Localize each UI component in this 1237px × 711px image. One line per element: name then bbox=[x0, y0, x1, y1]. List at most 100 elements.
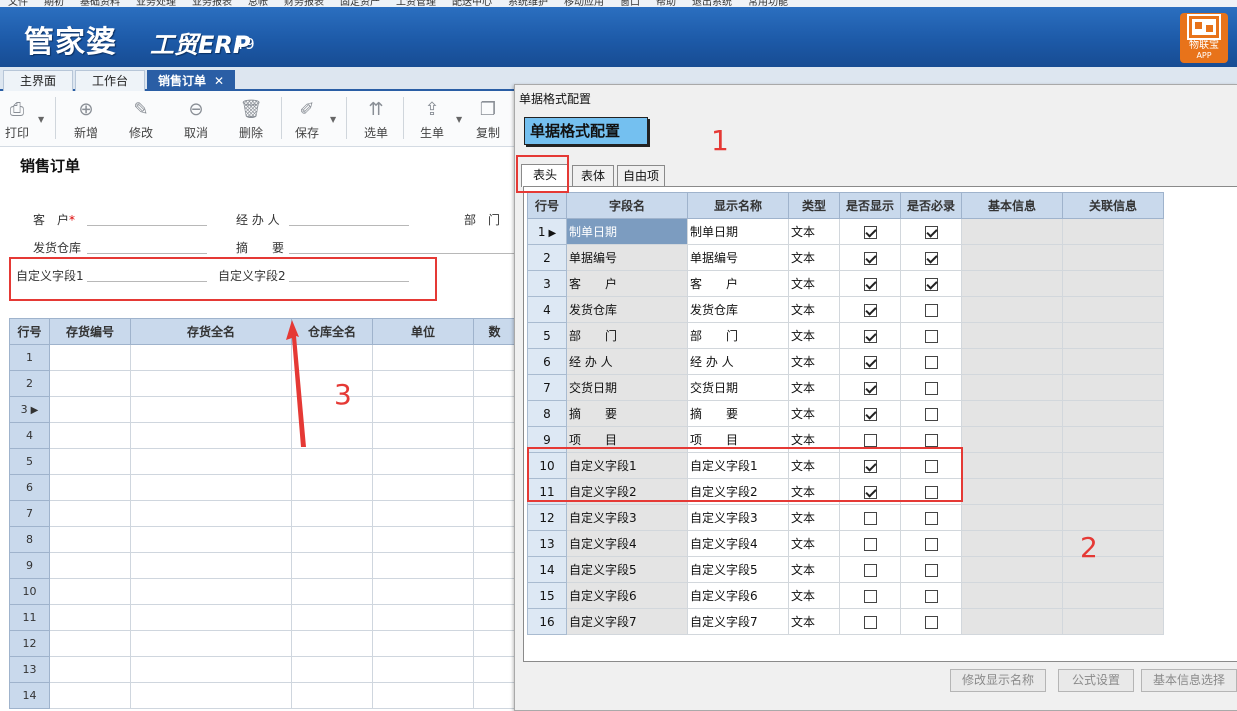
type-cell[interactable]: 文本 bbox=[788, 556, 840, 583]
field-config-row[interactable]: 15 自定义字段6 自定义字段6 文本 bbox=[527, 582, 1164, 609]
field-config-row[interactable]: 2 单据编号 单据编号 文本 bbox=[527, 244, 1164, 271]
field-config-row[interactable]: 7 交货日期 交货日期 文本 bbox=[527, 374, 1164, 401]
related-info-cell[interactable] bbox=[1062, 296, 1164, 323]
basic-info-cell[interactable] bbox=[961, 608, 1063, 635]
related-info-cell[interactable] bbox=[1062, 608, 1164, 635]
type-cell[interactable]: 文本 bbox=[788, 530, 840, 557]
related-info-cell[interactable] bbox=[1062, 322, 1164, 349]
required-checkbox-cell[interactable] bbox=[900, 556, 962, 583]
field-config-row[interactable]: 14 自定义字段5 自定义字段5 文本 bbox=[527, 556, 1164, 583]
show-checkbox-cell[interactable] bbox=[839, 244, 901, 271]
display-name-cell[interactable]: 制单日期 bbox=[687, 218, 789, 245]
required-checkbox[interactable] bbox=[924, 303, 938, 317]
related-info-cell[interactable] bbox=[1062, 348, 1164, 375]
required-checkbox[interactable] bbox=[924, 407, 938, 421]
display-name-cell[interactable]: 单据编号 bbox=[687, 244, 789, 271]
basic-info-cell[interactable] bbox=[961, 322, 1063, 349]
rename-display-button[interactable]: 修改显示名称 bbox=[950, 669, 1046, 692]
field-config-row[interactable]: 3客 户客 户文本 bbox=[527, 270, 1164, 297]
basic-info-cell[interactable] bbox=[961, 218, 1063, 245]
type-cell[interactable]: 文本 bbox=[788, 270, 840, 297]
required-checkbox-cell[interactable] bbox=[900, 400, 962, 427]
display-name-cell[interactable]: 自定义字段4 bbox=[687, 530, 789, 557]
show-checkbox[interactable] bbox=[863, 225, 877, 239]
required-checkbox[interactable] bbox=[924, 563, 938, 577]
required-checkbox[interactable] bbox=[924, 589, 938, 603]
field-config-row[interactable]: 16 自定义字段7 自定义字段7 文本 bbox=[527, 608, 1164, 635]
tab-free-items[interactable]: 自由项 bbox=[617, 165, 665, 186]
show-checkbox-cell[interactable] bbox=[839, 218, 901, 245]
show-checkbox[interactable] bbox=[863, 277, 877, 291]
field-config-row[interactable]: 13 自定义字段4 自定义字段4 文本 bbox=[527, 530, 1164, 557]
field-name-cell[interactable]: 经 办 人 bbox=[566, 348, 688, 375]
show-checkbox-cell[interactable] bbox=[839, 296, 901, 323]
type-cell[interactable]: 文本 bbox=[788, 608, 840, 635]
field-grid-column-header[interactable]: 是否显示 bbox=[839, 192, 901, 219]
required-checkbox[interactable] bbox=[924, 433, 938, 447]
show-checkbox-cell[interactable] bbox=[839, 504, 901, 531]
field-name-cell[interactable]: 自定义字段7 bbox=[566, 608, 688, 635]
basic-info-cell[interactable] bbox=[961, 296, 1063, 323]
required-checkbox[interactable] bbox=[924, 511, 938, 525]
field-grid-column-header[interactable]: 字段名 bbox=[566, 192, 688, 219]
show-checkbox-cell[interactable] bbox=[839, 608, 901, 635]
show-checkbox[interactable] bbox=[863, 251, 877, 265]
field-name-cell[interactable]: 自定义字段4 bbox=[566, 530, 688, 557]
related-info-cell[interactable] bbox=[1062, 374, 1164, 401]
required-checkbox-cell[interactable] bbox=[900, 504, 962, 531]
field-config-row[interactable]: 6经 办 人经 办 人文本 bbox=[527, 348, 1164, 375]
show-checkbox[interactable] bbox=[863, 329, 877, 343]
display-name-cell[interactable]: 摘 要 bbox=[687, 400, 789, 427]
field-name-cell[interactable]: 部 门 bbox=[566, 322, 688, 349]
field-config-row[interactable]: 5部 门部 门文本 bbox=[527, 322, 1164, 349]
show-checkbox[interactable] bbox=[863, 511, 877, 525]
required-checkbox-cell[interactable] bbox=[900, 582, 962, 609]
show-checkbox-cell[interactable] bbox=[839, 374, 901, 401]
field-name-cell[interactable]: 发货仓库 bbox=[566, 296, 688, 323]
type-cell[interactable]: 文本 bbox=[788, 400, 840, 427]
required-checkbox-cell[interactable] bbox=[900, 374, 962, 401]
field-grid-column-header[interactable]: 显示名称 bbox=[687, 192, 789, 219]
required-checkbox-cell[interactable] bbox=[900, 218, 962, 245]
field-grid-column-header[interactable]: 行号 bbox=[527, 192, 567, 219]
tab-body[interactable]: 表体 bbox=[572, 165, 614, 186]
display-name-cell[interactable]: 经 办 人 bbox=[687, 348, 789, 375]
type-cell[interactable]: 文本 bbox=[788, 296, 840, 323]
display-name-cell[interactable]: 发货仓库 bbox=[687, 296, 789, 323]
field-name-cell[interactable]: 客 户 bbox=[566, 270, 688, 297]
required-checkbox-cell[interactable] bbox=[900, 348, 962, 375]
related-info-cell[interactable] bbox=[1062, 556, 1164, 583]
show-checkbox[interactable] bbox=[863, 381, 877, 395]
show-checkbox-cell[interactable] bbox=[839, 556, 901, 583]
required-checkbox[interactable] bbox=[924, 225, 938, 239]
type-cell[interactable]: 文本 bbox=[788, 348, 840, 375]
basic-info-cell[interactable] bbox=[961, 270, 1063, 297]
required-checkbox-cell[interactable] bbox=[900, 270, 962, 297]
basic-info-cell[interactable] bbox=[961, 582, 1063, 609]
required-checkbox-cell[interactable] bbox=[900, 296, 962, 323]
related-info-cell[interactable] bbox=[1062, 270, 1164, 297]
basic-info-select-button[interactable]: 基本信息选择 bbox=[1141, 669, 1237, 692]
required-checkbox-cell[interactable] bbox=[900, 608, 962, 635]
display-name-cell[interactable]: 自定义字段6 bbox=[687, 582, 789, 609]
basic-info-cell[interactable] bbox=[961, 504, 1063, 531]
basic-info-cell[interactable] bbox=[961, 426, 1063, 453]
related-info-cell[interactable] bbox=[1062, 530, 1164, 557]
related-info-cell[interactable] bbox=[1062, 426, 1164, 453]
required-checkbox[interactable] bbox=[924, 381, 938, 395]
show-checkbox[interactable] bbox=[863, 355, 877, 369]
show-checkbox-cell[interactable] bbox=[839, 322, 901, 349]
type-cell[interactable]: 文本 bbox=[788, 374, 840, 401]
formula-settings-button[interactable]: 公式设置 bbox=[1058, 669, 1134, 692]
basic-info-cell[interactable] bbox=[961, 244, 1063, 271]
related-info-cell[interactable] bbox=[1062, 452, 1164, 479]
display-name-cell[interactable]: 部 门 bbox=[687, 322, 789, 349]
show-checkbox[interactable] bbox=[863, 407, 877, 421]
type-cell[interactable]: 文本 bbox=[788, 218, 840, 245]
basic-info-cell[interactable] bbox=[961, 374, 1063, 401]
display-name-cell[interactable]: 自定义字段5 bbox=[687, 556, 789, 583]
field-name-cell[interactable]: 单据编号 bbox=[566, 244, 688, 271]
display-name-cell[interactable]: 客 户 bbox=[687, 270, 789, 297]
field-config-row[interactable]: 1 ▶ 制单日期 制单日期 文本 bbox=[527, 218, 1164, 245]
field-grid-column-header[interactable]: 是否必录 bbox=[900, 192, 962, 219]
